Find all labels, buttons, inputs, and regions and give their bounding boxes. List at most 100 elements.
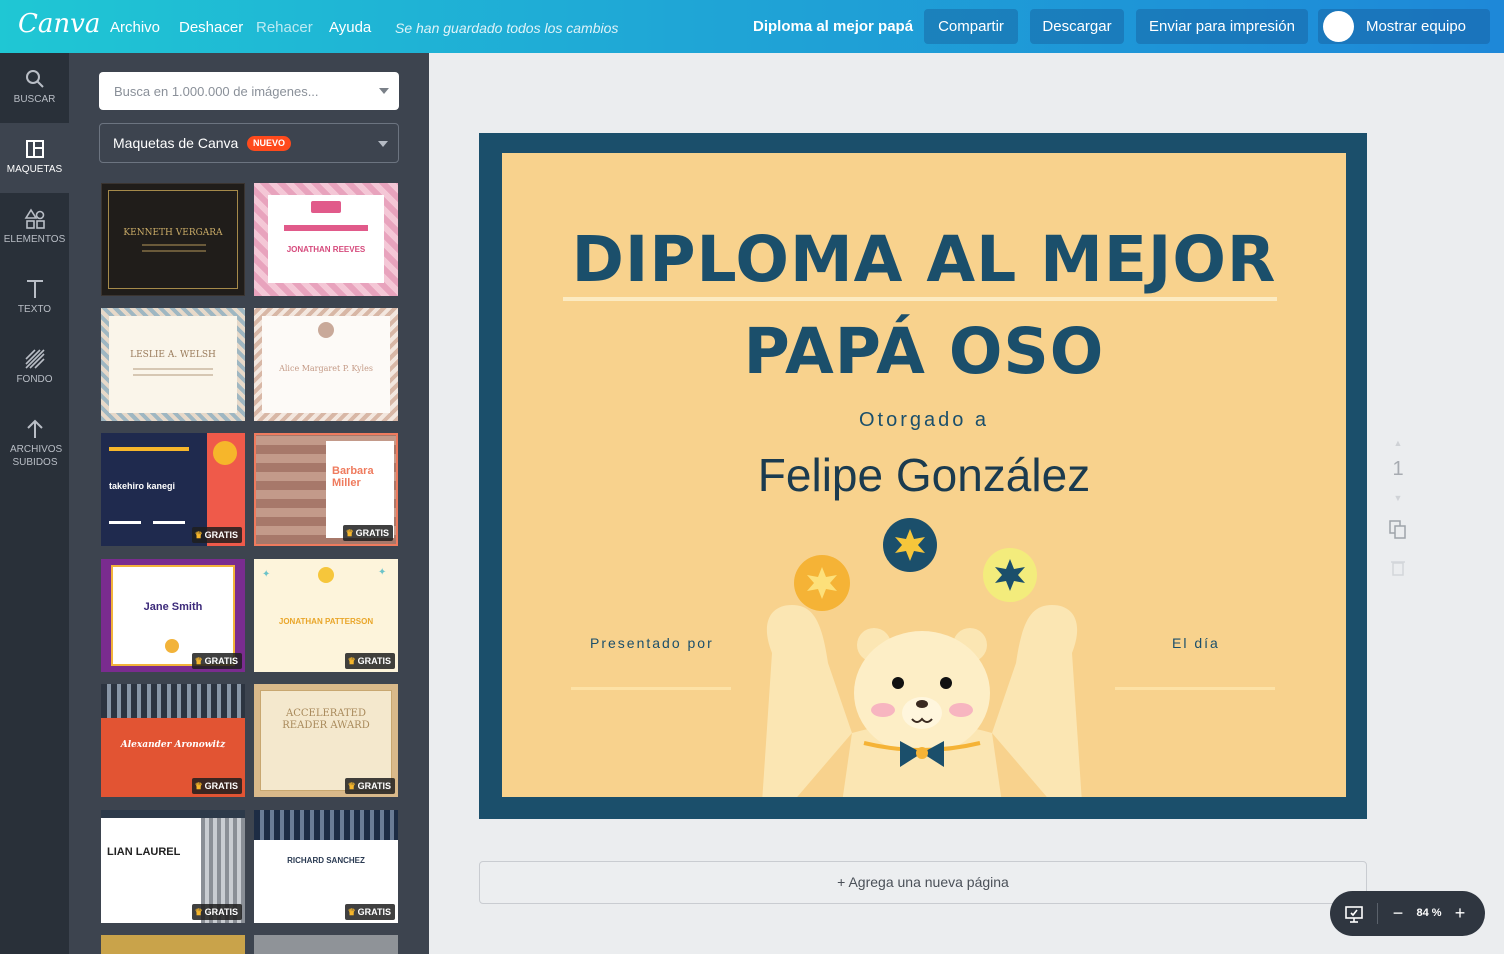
free-label: GRATIS: [204, 907, 238, 917]
crown-icon: ♛: [194, 530, 203, 540]
thumb-name: JONATHAN PATTERSON: [278, 617, 374, 626]
document-title[interactable]: Diploma al mejor papá: [753, 18, 913, 35]
awarded-to-text[interactable]: Otorgado a: [502, 409, 1346, 432]
add-page-button[interactable]: + Agrega una nueva página: [479, 861, 1367, 904]
rail-item-texto[interactable]: TEXTO: [0, 263, 69, 333]
new-badge: NUEVO: [247, 136, 292, 151]
thumb-name: Alexander Aronowitz: [120, 740, 226, 750]
canva-logo[interactable]: Canva: [18, 9, 100, 39]
free-badge: ♛ GRATIS: [344, 778, 395, 794]
recipient-name[interactable]: Felipe González: [502, 448, 1346, 502]
crown-icon: ♛: [194, 781, 203, 791]
thumb-name: RICHARD SANCHEZ: [287, 856, 365, 865]
menu-archivo[interactable]: Archivo: [110, 19, 160, 36]
zoom-control: − 84 % +: [1330, 891, 1485, 936]
thumb-name: Jane Smith: [143, 601, 203, 613]
filter-label: Maquetas de Canva: [113, 135, 239, 151]
duplicate-page-icon[interactable]: [1388, 519, 1408, 539]
zoom-out-button[interactable]: −: [1388, 891, 1408, 936]
page-number: 1: [1392, 458, 1404, 480]
diploma-title-line1[interactable]: DIPLOMA AL MEJOR: [502, 223, 1346, 296]
free-badge: ♛ GRATIS: [344, 904, 395, 920]
search-placeholder: Busca en 1.000.000 de imágenes...: [114, 84, 319, 99]
image-search-input[interactable]: Busca en 1.000.000 de imágenes...: [99, 72, 399, 110]
rail-item-fondo[interactable]: FONDO: [0, 333, 69, 403]
rail-item-maquetas[interactable]: MAQUETAS: [0, 123, 69, 193]
chevron-up-icon[interactable]: ▲: [1388, 438, 1408, 448]
presented-by-text[interactable]: Presentado por: [590, 635, 714, 651]
template-thumb[interactable]: LESLIE A. WELSH: [101, 308, 245, 421]
avatar[interactable]: [1323, 11, 1354, 42]
rail-label: FONDO: [16, 374, 53, 385]
thumb-name: LESLIE A. WELSH: [130, 350, 216, 360]
top-bar: Canva Archivo Deshacer Rehacer Ayuda Se …: [0, 0, 1504, 53]
menu-ayuda[interactable]: Ayuda: [329, 19, 371, 36]
template-thumb[interactable]: KENNETH VERGARA: [101, 183, 245, 296]
template-thumb[interactable]: JONATHAN REEVES: [254, 183, 398, 296]
template-thumb[interactable]: Jane Smith ♛ GRATIS: [101, 559, 245, 672]
template-thumb[interactable]: Barbara Miller ♛ GRATIS: [254, 433, 398, 546]
chevron-down-icon[interactable]: ▼: [1388, 493, 1408, 503]
rail-item-archivos-subidos[interactable]: ARCHIVOS SUBIDOS: [0, 403, 69, 483]
chevron-down-icon: [378, 141, 388, 147]
side-rail: BUSCAR MAQUETAS ELEMENTOS TEXTO FONDO AR…: [0, 53, 69, 954]
thumb-name: KENNETH VERGARA: [123, 228, 223, 238]
thumb-name: takehiro kanegi: [109, 481, 176, 491]
rail-item-buscar[interactable]: BUSCAR: [0, 53, 69, 123]
free-label: GRATIS: [204, 530, 238, 540]
template-thumb[interactable]: Alice Margaret P. Kyles: [254, 308, 398, 421]
template-thumb[interactable]: RICHARD SANCHEZ ♛ GRATIS: [254, 810, 398, 923]
menu-rehacer[interactable]: Rehacer: [256, 19, 313, 36]
templates-panel: Busca en 1.000.000 de imágenes... Maquet…: [69, 53, 429, 954]
zoom-divider: [1377, 903, 1378, 924]
share-button[interactable]: Compartir: [924, 9, 1018, 44]
free-label: GRATIS: [357, 656, 391, 666]
diploma-background: DIPLOMA AL MEJOR PAPÁ OSO Otorgado a Fel…: [502, 153, 1346, 797]
chevron-down-icon: [379, 88, 389, 94]
crown-icon: ♛: [347, 656, 356, 666]
design-page[interactable]: DIPLOMA AL MEJOR PAPÁ OSO Otorgado a Fel…: [479, 133, 1367, 819]
rail-label: BUSCAR: [13, 94, 56, 105]
print-button[interactable]: Enviar para impresión: [1136, 9, 1308, 44]
present-icon[interactable]: [1344, 904, 1364, 924]
page-tools: ▲ 1 ▼: [1388, 438, 1408, 581]
crown-icon: ♛: [194, 656, 203, 666]
rail-item-elementos[interactable]: ELEMENTOS: [0, 193, 69, 263]
signature-line: [571, 687, 731, 690]
bear-illustration[interactable]: [752, 513, 1092, 797]
bear-head: [854, 631, 990, 755]
zoom-level[interactable]: 84 %: [1412, 891, 1446, 936]
date-line: [1115, 687, 1275, 690]
template-thumb[interactable]: ✦ ✦ JONATHAN PATTERSON ♛ GRATIS: [254, 559, 398, 672]
rail-label: MAQUETAS: [6, 164, 63, 175]
date-label-text[interactable]: El día: [1172, 635, 1220, 651]
template-thumb[interactable]: Alexander Aronowitz ♛ GRATIS: [101, 684, 245, 797]
free-label: GRATIS: [204, 656, 238, 666]
template-thumb[interactable]: takehiro kanegi ♛ GRATIS: [101, 433, 245, 546]
search-icon: [25, 70, 44, 88]
template-thumb[interactable]: LIAN LAUREL ♛ GRATIS: [101, 810, 245, 923]
thumb-name: JONATHAN REEVES: [286, 245, 366, 254]
free-badge: ♛ GRATIS: [191, 527, 242, 543]
template-thumb[interactable]: ACCELERATED READER AWARD ♛ GRATIS: [254, 684, 398, 797]
bear-left-arm: [762, 605, 852, 797]
template-filter-dropdown[interactable]: Maquetas de Canva NUEVO: [99, 123, 399, 163]
delete-page-icon[interactable]: [1390, 558, 1406, 576]
thumb-name: Alice Margaret P. Kyles: [279, 364, 373, 373]
crown-icon: ♛: [347, 907, 356, 917]
download-button[interactable]: Descargar: [1030, 9, 1124, 44]
upload-icon: [26, 419, 43, 438]
free-label: GRATIS: [355, 528, 389, 538]
template-thumb[interactable]: [254, 935, 398, 954]
zoom-in-button[interactable]: +: [1450, 891, 1470, 936]
diploma-title-line2[interactable]: PAPÁ OSO: [502, 315, 1346, 388]
template-thumb[interactable]: [101, 935, 245, 954]
shapes-icon: [24, 208, 45, 229]
free-badge: ♛ GRATIS: [191, 904, 242, 920]
layout-icon: [25, 140, 44, 158]
rail-label: ELEMENTOS: [3, 234, 66, 245]
menu-deshacer[interactable]: Deshacer: [179, 19, 243, 36]
free-badge: ♛ GRATIS: [191, 778, 242, 794]
thumb-name: LIAN LAUREL: [107, 846, 181, 858]
background-icon: [24, 349, 45, 369]
